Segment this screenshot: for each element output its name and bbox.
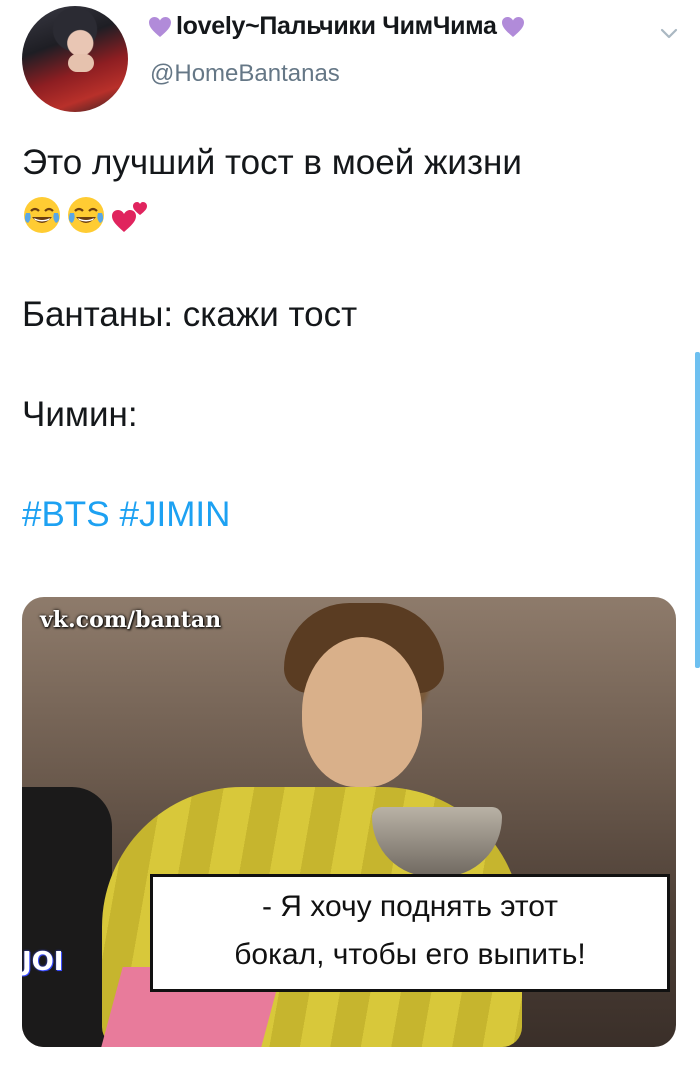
display-name-text: lovely~Пальчики ЧимЧима — [176, 12, 497, 40]
caption-line: - Я хочу поднять этот — [261, 890, 559, 923]
avatar[interactable] — [22, 6, 128, 112]
face-with-tears-of-joy-icon — [24, 197, 60, 233]
media-watermark: vk.com/bantan — [40, 607, 222, 633]
media-background-figure — [22, 787, 112, 1047]
face-with-tears-of-joy-icon — [68, 197, 104, 233]
media-person-face — [302, 637, 422, 787]
purple-heart-icon — [501, 16, 525, 38]
hashtag-link[interactable]: #JIMIN — [120, 495, 231, 534]
chevron-down-icon[interactable] — [658, 22, 680, 44]
hashtags: #BTS #JIMIN — [22, 490, 672, 540]
avatar-hand-detail — [68, 54, 94, 72]
media-caption: - Я хочу поднять этот бокал, чтобы его в… — [150, 874, 670, 992]
tweet-line: Чимин: — [22, 395, 138, 434]
caption-line: бокал, чтобы его выпить! — [234, 938, 586, 971]
media-side-text: JOI — [22, 947, 64, 977]
user-handle[interactable]: @HomeBantanas — [150, 60, 340, 88]
scrollbar[interactable] — [695, 352, 700, 668]
hashtag-link[interactable]: #BTS — [22, 495, 110, 534]
tweet-line: Это лучший тост в моей жизни — [22, 143, 522, 182]
tweet-media-image[interactable]: vk.com/bantan JOI - Я хочу поднять этот … — [22, 597, 676, 1047]
display-name[interactable]: lovely~Пальчики ЧимЧима — [148, 12, 525, 41]
tweet-line: Бантаны: скажи тост — [22, 295, 358, 334]
tweet-text: Это лучший тост в моей жизни Бантаны: ск… — [22, 138, 672, 540]
purple-heart-icon — [148, 16, 172, 38]
emoji-row — [22, 190, 672, 240]
two-hearts-icon — [112, 202, 147, 232]
